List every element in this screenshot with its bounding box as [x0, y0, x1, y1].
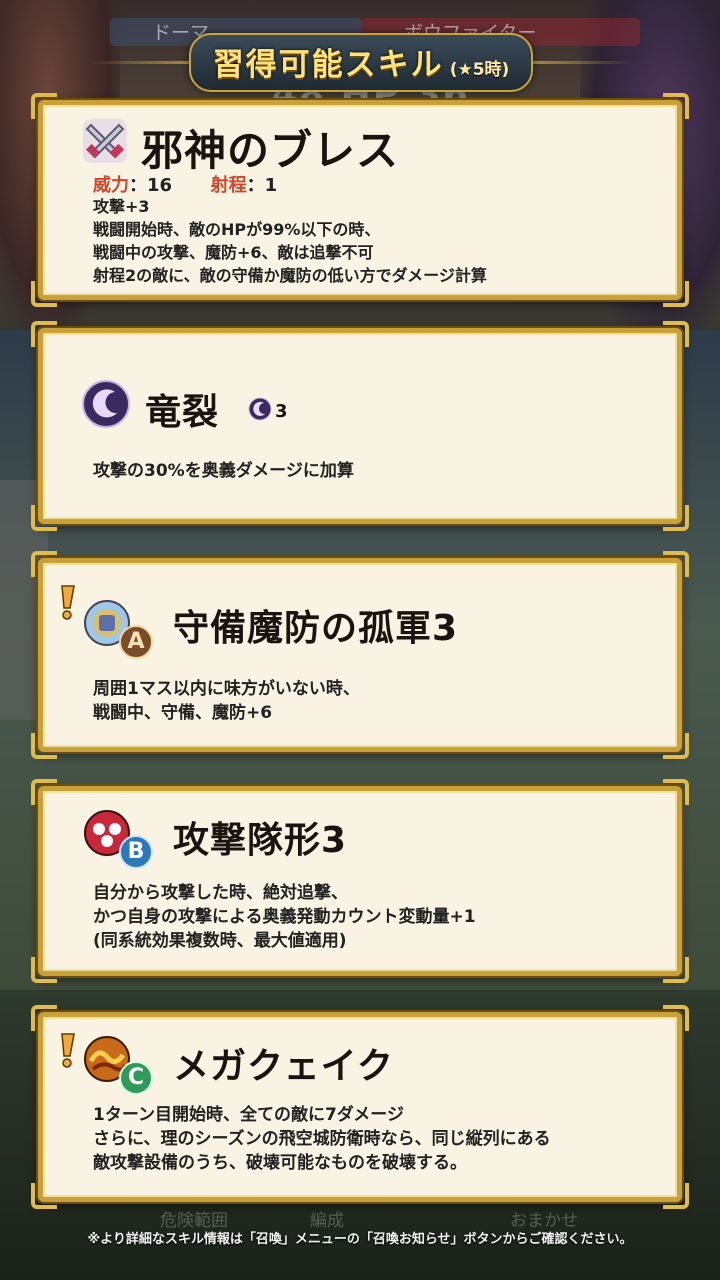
footer-note: ※より詳細なスキル情報は「召喚」メニューの「召喚お知らせ」ボタンからご確認くださ… [87, 1232, 633, 1247]
cooldown-value: 3 [275, 401, 289, 422]
skill-description: 自分から攻撃した時、絶対追撃、 かつ自身の攻撃による奥義発動カウント変動量+1 … [93, 881, 476, 953]
slot-b-badge: B [119, 835, 153, 869]
skill-name: 邪神のブレス [141, 126, 400, 175]
desc-line: かつ自身の攻撃による奥義発動カウント変動量+1 [93, 907, 476, 927]
skill-name: 竜裂 [145, 392, 220, 433]
desc-line: (同系統効果複数時、最大値適用) [93, 931, 347, 951]
page-title: 習得可能スキル [212, 46, 444, 83]
desc-line: 1ターン目開始時、全ての敵に7ダメージ [93, 1105, 404, 1125]
desc-line: 戦闘開始時、敵のHPが99%以下の時、 [93, 220, 381, 239]
warning-icon [58, 1032, 76, 1068]
header-plate: 習得可能スキル (★5時) [188, 32, 534, 92]
might-value: 16 [147, 175, 173, 196]
warning-icon [58, 584, 76, 620]
skill-card-c[interactable]: C メガクェイク 1ターン目開始時、全ての敵に7ダメージ さらに、理のシーズンの… [31, 1005, 689, 1209]
desc-line: 射程2の敵に、敵の守備か魔防の低い方でダメージ計算 [93, 266, 487, 285]
range-label: 射程 [210, 175, 247, 196]
page-subtitle: (★5時) [449, 59, 510, 80]
desc-line: さらに、理のシーズンの飛空城防衛時なら、同じ縦列にある [93, 1129, 551, 1149]
skill-card-weapon[interactable]: 邪神のブレス 威力：16 射程：1 攻撃+3 戦闘開始時、敵のHPが99%以下の… [31, 93, 689, 307]
skill-description: 周囲1マス以内に味方がいない時、 戦闘中、守備、魔防+6 [93, 677, 360, 725]
skill-card-a[interactable]: A 守備魔防の孤軍3 周囲1マス以内に味方がいない時、 戦闘中、守備、魔防+6 [31, 551, 689, 759]
slot-c-badge: C [119, 1061, 153, 1095]
desc-line: 戦闘中、守備、魔防+6 [93, 703, 273, 723]
skills-header: 習得可能スキル (★5時) [88, 32, 634, 92]
desc-line: 周囲1マス以内に味方がいない時、 [93, 679, 360, 699]
skill-description: 1ターン目開始時、全ての敵に7ダメージ さらに、理のシーズンの飛空城防衛時なら、… [93, 1103, 551, 1175]
skill-description: 攻撃+3 戦闘開始時、敵のHPが99%以下の時、 戦闘中の攻撃、魔防+6、敵は追… [93, 195, 487, 287]
weapon-stats: 威力：16 射程：1 [93, 175, 278, 196]
skill-card-special[interactable]: 竜裂 3 攻撃の30%を奥義ダメージに加算 [31, 321, 689, 531]
desc-line: 敵攻撃設備のうち、破壊可能なものを破壊する。 [93, 1153, 467, 1173]
might-label: 威力 [93, 175, 129, 196]
desc-line: 自分から攻撃した時、絶対追撃、 [93, 883, 348, 903]
cooldown-icon [248, 397, 272, 421]
desc-line: 戦闘中の攻撃、魔防+6、敵は追撃不可 [93, 243, 374, 262]
skill-description: 攻撃の30%を奥義ダメージに加算 [93, 459, 354, 483]
skill-name: 守備魔防の孤軍3 [173, 608, 459, 649]
slot-a-badge: A [119, 625, 153, 659]
special-icon [81, 379, 131, 429]
range-value: 1 [264, 175, 278, 196]
skill-name: 攻撃隊形3 [173, 820, 348, 861]
weapon-icon [81, 117, 129, 165]
skill-name: メガクェイク [173, 1046, 394, 1087]
desc-line: 攻撃の30%を奥義ダメージに加算 [93, 461, 354, 481]
skill-card-b[interactable]: B 攻撃隊形3 自分から攻撃した時、絶対追撃、 かつ自身の攻撃による奥義発動カウ… [31, 779, 689, 983]
desc-line: 攻撃+3 [93, 197, 150, 216]
